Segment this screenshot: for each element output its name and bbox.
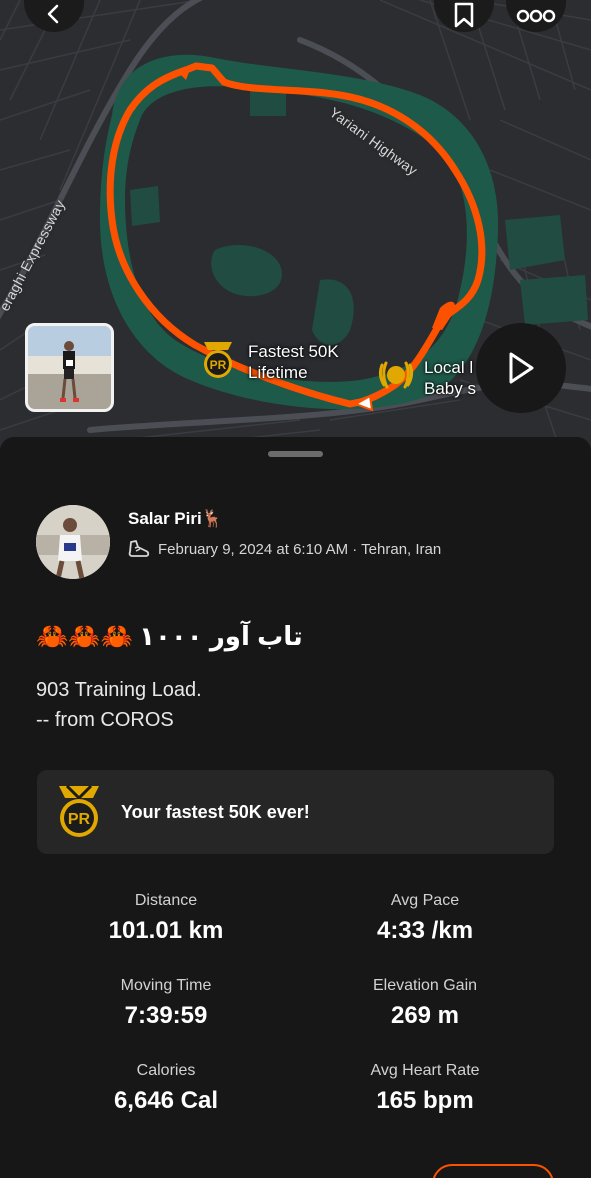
stat-avg-pace: Avg Pace 4:33 /km — [295, 892, 555, 945]
stat-label: Avg Pace — [390, 892, 460, 909]
activity-meta: February 9, 2024 at 6:10 AM · Tehran, Ir… — [128, 539, 441, 559]
fastest-50k-callout[interactable]: Fastest 50K Lifetime — [248, 341, 339, 383]
pr-map-badge: PR — [204, 342, 232, 378]
achievement-text: Your fastest 50K ever! — [121, 801, 310, 822]
stat-label: Calories — [136, 1062, 196, 1079]
activity-photo-thumbnail[interactable] — [25, 323, 114, 412]
more-icon — [516, 9, 556, 23]
stat-value: 269 m — [390, 1002, 460, 1029]
achievement-card[interactable]: PR Your fastest 50K ever! — [37, 770, 554, 854]
athlete-name[interactable]: Salar Piri🦌 — [128, 509, 223, 529]
play-flyover-button[interactable] — [476, 323, 566, 413]
stat-label: Moving Time — [120, 977, 212, 994]
stat-label: Elevation Gain — [372, 977, 478, 994]
activity-title: 🦀🦀🦀 تاب آور ۱۰۰۰ — [36, 619, 303, 653]
callout-subtitle: Baby s — [424, 379, 476, 398]
chevron-left-icon — [47, 4, 59, 24]
stat-calories: Calories 6,646 Cal — [36, 1062, 296, 1115]
stat-avg-heart-rate: Avg Heart Rate 165 bpm — [295, 1062, 555, 1115]
stat-value: 7:39:59 — [124, 1002, 208, 1029]
route-map[interactable]: Yariani Highway eraghi Expressway PR Fas… — [0, 0, 591, 450]
crab-emojis: 🦀🦀🦀 — [36, 620, 134, 651]
date-location: February 9, 2024 at 6:10 AM · Tehran, Ir… — [158, 540, 442, 558]
stat-moving-time: Moving Time 7:39:59 — [36, 977, 296, 1030]
avatar-image — [36, 505, 110, 579]
view-analysis-button[interactable] — [432, 1164, 554, 1178]
svg-text:PR: PR — [210, 358, 227, 372]
local-legend-callout[interactable]: Local l Baby s — [424, 357, 476, 399]
stat-elevation-gain: Elevation Gain 269 m — [295, 977, 555, 1030]
activity-title-text: تاب آور ۱۰۰۰ — [139, 620, 303, 651]
stat-value: 101.01 km — [108, 917, 224, 944]
pr-medal-icon: PR — [59, 784, 99, 837]
stat-value: 4:33 /km — [376, 917, 474, 944]
shoe-icon — [128, 540, 150, 557]
avatar[interactable] — [36, 505, 110, 579]
svg-text:PR: PR — [68, 811, 91, 828]
callout-title: Fastest 50K — [248, 342, 339, 361]
bookmark-icon — [454, 2, 474, 28]
callout-subtitle: Lifetime — [248, 363, 308, 382]
activity-detail-sheet: Salar Piri🦌 February 9, 2024 at 6:10 AM … — [0, 437, 591, 1178]
stat-value: 6,646 Cal — [113, 1087, 219, 1114]
description-line: 903 Training Load. — [36, 679, 202, 701]
local-legend-laurel-icon — [378, 361, 414, 389]
runner-photo — [28, 326, 111, 409]
stat-distance: Distance 101.01 km — [36, 892, 296, 945]
stat-label: Distance — [134, 892, 198, 909]
stat-value: 165 bpm — [376, 1087, 474, 1114]
callout-title: Local l — [424, 358, 474, 377]
activity-description: 903 Training Load. -- from COROS — [36, 675, 202, 735]
description-line: -- from COROS — [36, 709, 174, 731]
sheet-drag-handle[interactable] — [268, 451, 323, 457]
play-icon — [509, 352, 534, 384]
stat-label: Avg Heart Rate — [370, 1062, 480, 1079]
